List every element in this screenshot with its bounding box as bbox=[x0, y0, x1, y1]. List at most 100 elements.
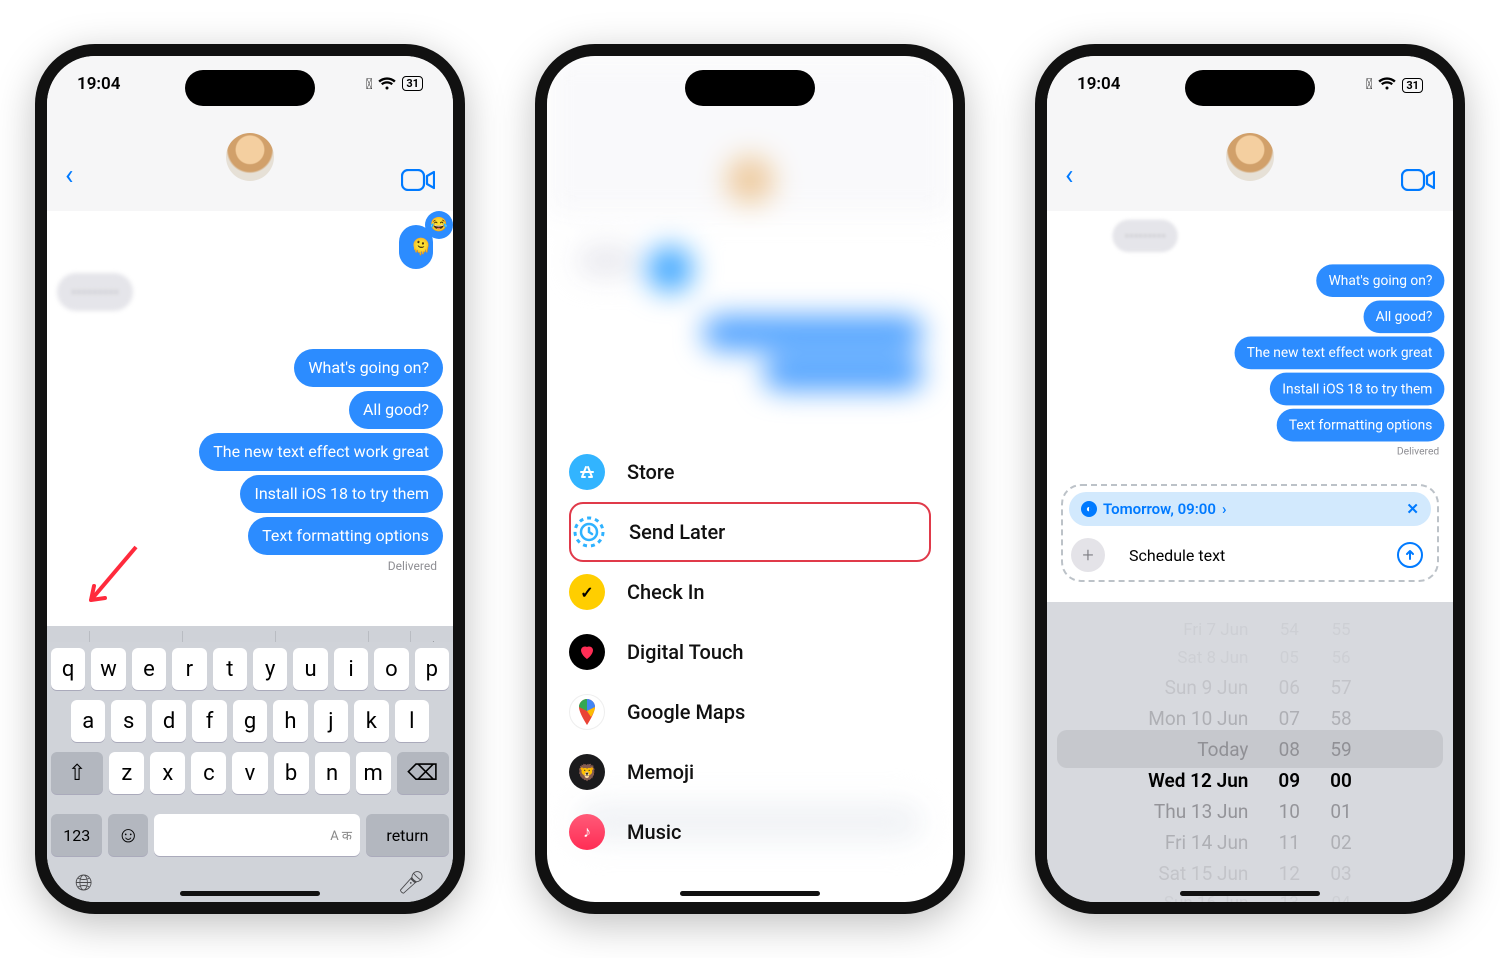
key-v[interactable]: v bbox=[232, 752, 267, 794]
shift-key[interactable]: ⇧ bbox=[51, 752, 103, 794]
picker-option[interactable]: 56 bbox=[1331, 648, 1350, 668]
sent-message: Text formatting options bbox=[248, 517, 443, 555]
key-q[interactable]: q bbox=[51, 648, 85, 690]
picker-option[interactable]: 59 bbox=[1330, 738, 1351, 761]
key-p[interactable]: p bbox=[415, 648, 449, 690]
key-e[interactable]: e bbox=[132, 648, 166, 690]
return-key[interactable]: return bbox=[366, 814, 449, 856]
globe-icon[interactable]: 🌐︎ bbox=[75, 871, 93, 896]
menu-item-memoji[interactable]: 🦁 Memoji bbox=[569, 742, 931, 802]
key-d[interactable]: d bbox=[152, 700, 186, 742]
dynamic-island bbox=[185, 70, 315, 106]
key-m[interactable]: m bbox=[356, 752, 391, 794]
picker-option[interactable]: Sun 9 Jun bbox=[1165, 676, 1249, 699]
google-maps-icon bbox=[569, 694, 605, 730]
backspace-key[interactable]: ⌫ bbox=[397, 752, 449, 794]
menu-item-google-maps[interactable]: Google Maps bbox=[569, 682, 931, 742]
picker-option[interactable]: 06 bbox=[1279, 676, 1300, 699]
key-z[interactable]: z bbox=[109, 752, 144, 794]
picker-option[interactable]: 01 bbox=[1330, 800, 1351, 823]
picker-minute-wheel[interactable]: 5556575859000102030405 bbox=[1330, 620, 1352, 902]
back-button[interactable]: ‹ bbox=[65, 158, 73, 191]
key-j[interactable]: j bbox=[314, 700, 348, 742]
key-y[interactable]: y bbox=[253, 648, 287, 690]
picker-option[interactable]: 58 bbox=[1330, 707, 1351, 730]
space-key[interactable]: A क bbox=[154, 814, 360, 856]
sent-message: All good? bbox=[1364, 300, 1445, 333]
key-n[interactable]: n bbox=[315, 752, 350, 794]
delivered-label: Delivered bbox=[1118, 445, 1440, 457]
facetime-button[interactable] bbox=[401, 169, 435, 191]
picker-option[interactable]: 08 bbox=[1279, 738, 1300, 761]
key-r[interactable]: r bbox=[172, 648, 206, 690]
picker-option[interactable]: 00 bbox=[1330, 769, 1352, 792]
wifi-icon bbox=[1378, 77, 1396, 91]
menu-item-check-in[interactable]: ✓ Check In bbox=[569, 562, 931, 622]
picker-option[interactable]: 10 bbox=[1279, 800, 1300, 823]
send-later-button[interactable] bbox=[1397, 542, 1423, 568]
key-l[interactable]: l bbox=[395, 700, 429, 742]
datetime-picker[interactable]: Fri 7 Jun Sat 8 Jun Sun 9 Jun Mon 10 Jun Tod… bbox=[1047, 602, 1453, 902]
key-w[interactable]: w bbox=[91, 648, 125, 690]
picker-option[interactable]: Mon 10 Jun bbox=[1148, 707, 1248, 730]
picker-option[interactable]: 02 bbox=[1330, 831, 1351, 854]
picker-option[interactable]: Wed 12 Jun bbox=[1148, 769, 1248, 792]
menu-item-digital-touch[interactable]: Digital Touch bbox=[569, 622, 931, 682]
picker-option[interactable]: 09 bbox=[1278, 769, 1300, 792]
plus-button[interactable]: + bbox=[1071, 538, 1105, 572]
key-c[interactable]: c bbox=[191, 752, 226, 794]
key-u[interactable]: u bbox=[293, 648, 327, 690]
status-icons: 􀙇 31 bbox=[366, 75, 423, 93]
menu-label: Google Maps bbox=[627, 700, 745, 724]
menu-item-music[interactable]: ♪ Music bbox=[569, 802, 931, 862]
picker-option[interactable]: 55 bbox=[1331, 620, 1350, 640]
emoji-key[interactable]: ☺︎ bbox=[108, 814, 148, 856]
picker-option[interactable]: Fri 14 Jun bbox=[1165, 831, 1249, 854]
picker-hour-wheel[interactable]: 5405060708091011121314 bbox=[1278, 620, 1300, 902]
menu-item-store[interactable]: Store bbox=[569, 442, 931, 502]
numeric-key[interactable]: 123 bbox=[51, 814, 102, 856]
picker-option[interactable]: Thu 13 Jun bbox=[1154, 800, 1249, 823]
key-k[interactable]: k bbox=[354, 700, 388, 742]
facetime-button[interactable] bbox=[1401, 169, 1435, 191]
picker-option[interactable]: Sat 15 Jun bbox=[1158, 862, 1248, 885]
contact-avatar[interactable] bbox=[1226, 133, 1274, 181]
picker-option[interactable]: 12 bbox=[1279, 862, 1300, 885]
key-i[interactable]: i bbox=[334, 648, 368, 690]
delivered-label: Delivered bbox=[63, 559, 437, 573]
key-x[interactable]: x bbox=[150, 752, 185, 794]
wifi-icon bbox=[378, 77, 396, 91]
picker-option[interactable]: 54 bbox=[1280, 620, 1299, 640]
menu-label: Check In bbox=[627, 580, 705, 604]
picker-option[interactable]: 57 bbox=[1330, 676, 1351, 699]
picker-option[interactable]: Fri 7 Jun bbox=[1183, 620, 1248, 640]
music-icon: ♪ bbox=[569, 814, 605, 850]
key-s[interactable]: s bbox=[111, 700, 145, 742]
phone-1: 19:04 􀙇 31 ‹ 😂🫠 ⋯⋯⋯ What's going on? All… bbox=[35, 44, 465, 914]
key-o[interactable]: o bbox=[374, 648, 408, 690]
menu-item-send-later[interactable]: Send Later bbox=[569, 502, 931, 562]
picker-option[interactable]: 11 bbox=[1279, 831, 1300, 854]
home-indicator bbox=[680, 891, 820, 896]
key-b[interactable]: b bbox=[274, 752, 309, 794]
picker-option[interactable]: Sat 8 Jun bbox=[1177, 648, 1248, 668]
picker-option[interactable]: 04 bbox=[1331, 893, 1350, 902]
back-button[interactable]: ‹ bbox=[1065, 158, 1073, 191]
picker-day-wheel[interactable]: Fri 7 Jun Sat 8 Jun Sun 9 Jun Mon 10 Jun Tod… bbox=[1148, 620, 1248, 902]
picker-option[interactable]: 07 bbox=[1279, 707, 1300, 730]
picker-option[interactable]: 03 bbox=[1330, 862, 1351, 885]
key-f[interactable]: f bbox=[192, 700, 226, 742]
schedule-time-pill[interactable]: ◐ Tomorrow, 09:00 › ✕ bbox=[1069, 492, 1431, 526]
key-g[interactable]: g bbox=[233, 700, 267, 742]
key-h[interactable]: h bbox=[273, 700, 307, 742]
apps-menu-sheet: Store Send Later ✓ Check In Digital Touc… bbox=[547, 56, 953, 902]
message-input-scheduled[interactable]: Schedule text bbox=[1115, 536, 1431, 574]
mic-icon[interactable]: 🎤︎ bbox=[397, 871, 425, 896]
key-t[interactable]: t bbox=[213, 648, 247, 690]
cancel-schedule-button[interactable]: ✕ bbox=[1406, 500, 1419, 518]
contact-avatar[interactable] bbox=[226, 133, 274, 181]
keyboard[interactable]: qwertyuiop asdfghjkl ⇧ zxcvbnm ⌫ 123 ☺︎ … bbox=[47, 642, 453, 902]
key-a[interactable]: a bbox=[71, 700, 105, 742]
picker-option[interactable]: Today bbox=[1197, 738, 1248, 761]
picker-option[interactable]: 05 bbox=[1280, 648, 1299, 668]
